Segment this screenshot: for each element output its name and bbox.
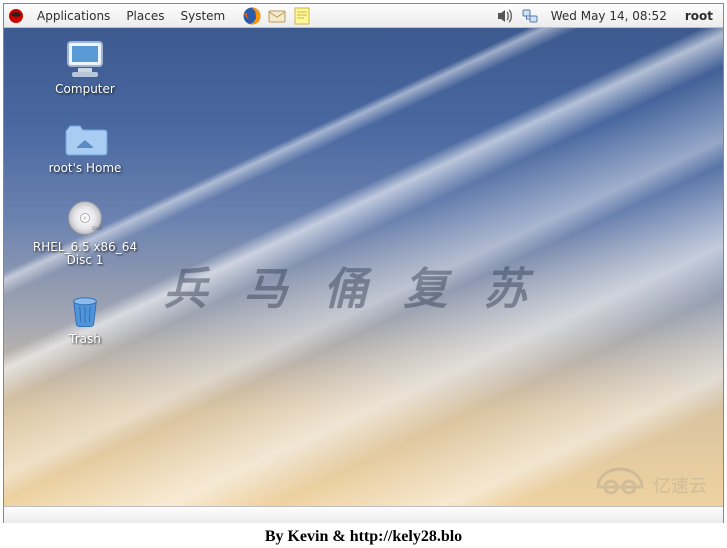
user-menu[interactable]: root <box>679 9 719 23</box>
redhat-icon <box>8 8 24 24</box>
image-caption: By Kevin & http://kely28.blo <box>0 528 727 546</box>
menu-system[interactable]: System <box>173 6 232 26</box>
brand-watermark: 亿速云 <box>583 452 713 506</box>
monitor-icon <box>62 40 108 80</box>
firefox-launcher[interactable] <box>242 6 262 26</box>
desktop-area[interactable]: 兵马俑复苏 亿速云 Computer <box>4 28 723 506</box>
menu-applications[interactable]: Applications <box>30 6 117 26</box>
panel-right: Wed May 14, 08:52 root <box>495 7 719 25</box>
dvd-icon: DVD <box>62 198 108 238</box>
top-panel: Applications Places System <box>4 4 723 28</box>
disc-label: RHEL_6.5 x86_64 Disc 1 <box>26 241 144 269</box>
launcher-tray <box>242 6 312 26</box>
network-icon[interactable] <box>521 7 539 25</box>
panel-left: Applications Places System <box>8 6 312 26</box>
folder-home-icon <box>62 119 108 159</box>
volume-icon[interactable] <box>495 7 513 25</box>
svg-text:亿速云: 亿速云 <box>653 476 707 496</box>
menu-places[interactable]: Places <box>119 6 171 26</box>
svg-text:DVD: DVD <box>92 225 103 231</box>
clock[interactable]: Wed May 14, 08:52 <box>547 9 671 23</box>
disc-icon[interactable]: DVD RHEL_6.5 x86_64 Disc 1 <box>26 198 144 269</box>
home-icon[interactable]: root's Home <box>26 119 144 176</box>
gnome-screen: Applications Places System <box>3 3 724 523</box>
desktop-icons: Computer root's Home <box>26 40 144 347</box>
email-launcher[interactable] <box>267 6 287 26</box>
computer-label: Computer <box>55 83 115 97</box>
home-label: root's Home <box>49 162 122 176</box>
trash-bin-icon <box>62 290 108 330</box>
notes-launcher[interactable] <box>292 6 312 26</box>
computer-icon[interactable]: Computer <box>26 40 144 97</box>
bottom-panel[interactable] <box>4 506 723 523</box>
trash-icon[interactable]: Trash <box>26 290 144 347</box>
trash-label: Trash <box>69 333 101 347</box>
